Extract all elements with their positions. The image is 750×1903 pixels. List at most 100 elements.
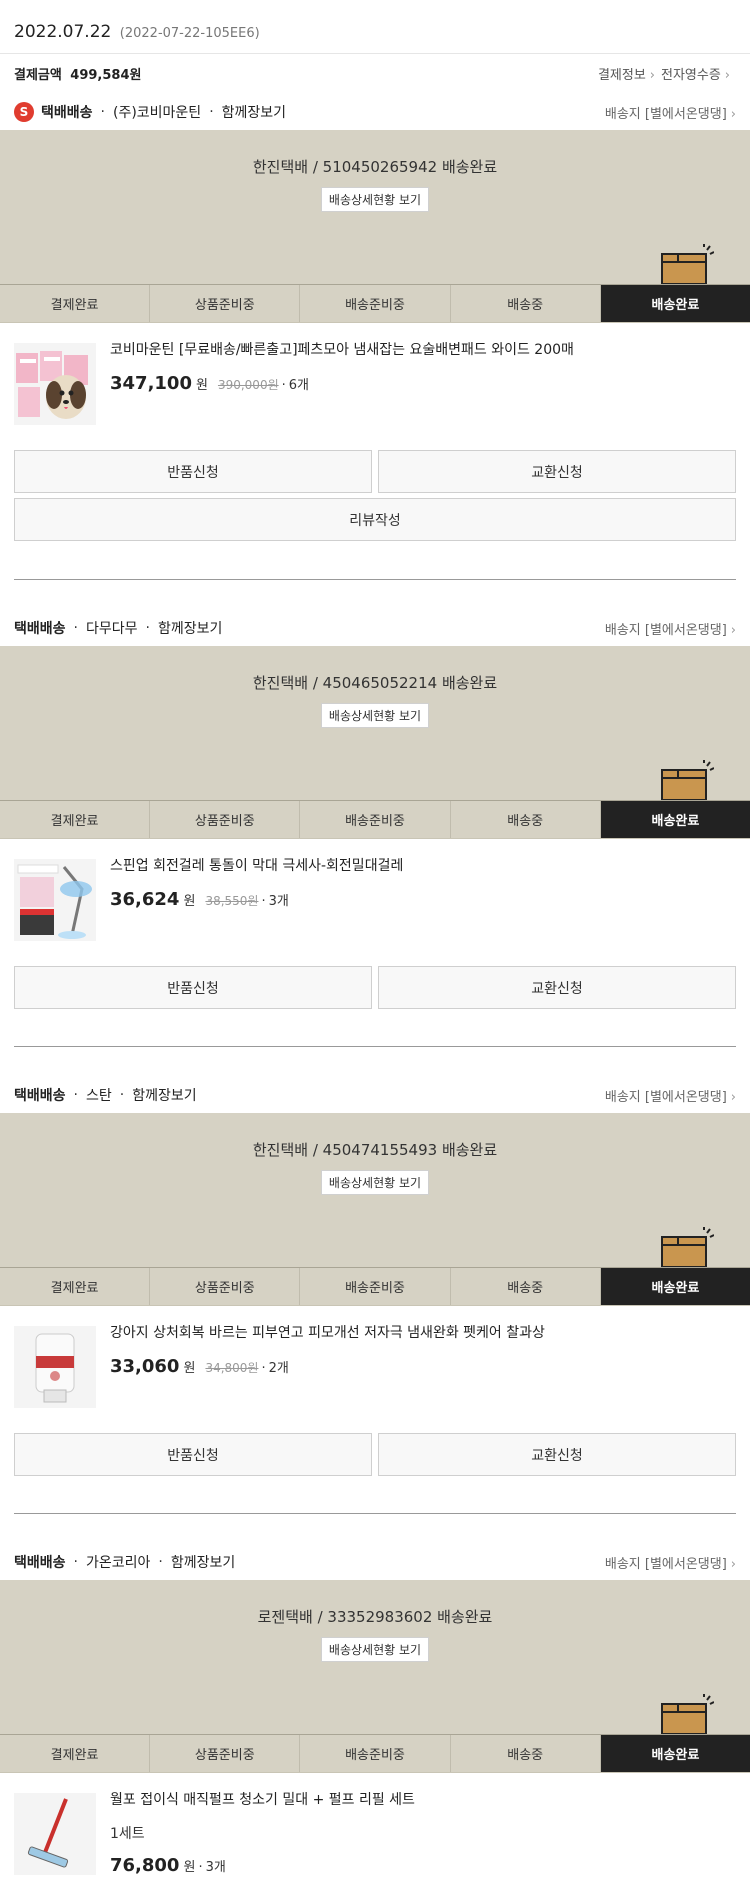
product-quantity: 6개 xyxy=(288,378,309,393)
delivery-detail-button[interactable]: 배송상세현황 보기 xyxy=(320,1637,430,1662)
product-thumbnail[interactable] xyxy=(14,1793,96,1875)
separator-dot: · xyxy=(158,1554,163,1570)
separator-dot: · xyxy=(73,620,78,636)
payment-summary: 결제금액 499,584원 결제정보 › 전자영수증 › xyxy=(0,54,750,94)
shipment-group: 택배배송 · 가온코리아 · 함께장보기 배송지 [별에서온댕댕] › 로젠택배 … xyxy=(0,1544,750,1876)
delivery-steps: 결제완료 상품준비중 배송준비중 배송중 배송완료 xyxy=(0,800,750,839)
separator-dot: · xyxy=(261,1361,266,1376)
step-delivered: 배송완료 xyxy=(600,1735,750,1772)
seller-row: 택배배송 · 스탄 · 함께장보기 배송지 [별에서온댕댕] › xyxy=(0,1077,750,1113)
bundle-link[interactable]: 함께장보기 xyxy=(158,618,222,638)
product-price: 76,800 xyxy=(110,1855,180,1876)
seller-name[interactable]: (주)코비마운틴 xyxy=(113,102,201,122)
shipping-address-link[interactable]: 배송지 [별에서온댕댕] › xyxy=(605,619,736,638)
step-preparing-shipping: 배송준비중 xyxy=(300,1268,451,1305)
shipping-address-link[interactable]: 배송지 [별에서온댕댕] › xyxy=(605,1553,736,1572)
write-review-button[interactable]: 리뷰작성 xyxy=(14,498,736,541)
product-thumbnail[interactable] xyxy=(14,343,96,425)
product-name[interactable]: 코비마운틴 [무료배송/빠른출고]페츠모아 냄새잡는 요술배변패드 와이드 20… xyxy=(110,341,574,359)
product-quantity: 2개 xyxy=(268,1361,289,1376)
product-quantity: 3개 xyxy=(268,894,289,909)
shipping-method: 택배배송 xyxy=(14,1088,66,1104)
chevron-right-icon: › xyxy=(730,106,736,122)
exchange-request-button[interactable]: 교환신청 xyxy=(378,450,736,493)
shipping-address-link[interactable]: 배송지 [별에서온댕댕] › xyxy=(605,103,736,122)
delivery-steps: 결제완료 상품준비중 배송준비중 배송중 배송완료 xyxy=(0,1734,750,1773)
seller-name[interactable]: 가온코리아 xyxy=(86,1552,150,1572)
receipt-link[interactable]: 전자영수증 xyxy=(661,68,721,83)
step-preparing-product: 상품준비중 xyxy=(150,1268,301,1305)
tracking-panel: 로젠택배 / 33352983602 배송완료 배송상세현황 보기 xyxy=(0,1580,750,1734)
return-request-button[interactable]: 반품신청 xyxy=(14,966,372,1009)
product-name[interactable]: 스핀업 회전걸레 통돌이 막대 극세사-회전밀대걸레 xyxy=(110,857,403,875)
product-item[interactable]: 강아지 상처회복 바르는 피부연고 피모개선 저자극 냄새완화 펫케어 찰과상 … xyxy=(0,1306,750,1408)
bundle-link[interactable]: 함께장보기 xyxy=(222,102,286,122)
price-row: 76,800 원 · 3개 xyxy=(110,1855,415,1876)
chevron-right-icon: › xyxy=(730,1556,736,1572)
section-divider xyxy=(14,1513,736,1514)
delivery-steps: 결제완료 상품준비중 배송준비중 배송중 배송완료 xyxy=(0,284,750,323)
step-preparing-shipping: 배송준비중 xyxy=(300,1735,451,1772)
bundle-link[interactable]: 함께장보기 xyxy=(132,1085,196,1105)
shipment-group: 택배배송 · 스탄 · 함께장보기 배송지 [별에서온댕댕] › 한진택배 / 4… xyxy=(0,1077,750,1514)
payment-info-link[interactable]: 결제정보 xyxy=(598,68,646,83)
shipping-address-link[interactable]: 배송지 [별에서온댕댕] › xyxy=(605,1086,736,1105)
shipping-address: 배송지 [별에서온댕댕] xyxy=(604,1556,727,1572)
delivery-detail-button[interactable]: 배송상세현황 보기 xyxy=(320,1170,430,1195)
package-box-icon xyxy=(661,244,714,284)
tracking-status: 로젠택배 / 33352983602 배송완료 xyxy=(257,1608,493,1626)
order-id: (2022-07-22-105EE6) xyxy=(119,26,260,41)
product-item[interactable]: 스핀업 회전걸레 통돌이 막대 극세사-회전밀대걸레 36,624 원 38,5… xyxy=(0,839,750,941)
chevron-right-icon: › xyxy=(730,1089,736,1105)
original-price: 38,550원 xyxy=(205,894,259,908)
seller-row: 택배배송 · 가온코리아 · 함께장보기 배송지 [별에서온댕댕] › xyxy=(0,1544,750,1580)
original-price: 390,000원 xyxy=(217,378,279,392)
action-buttons: 반품신청 교환신청 xyxy=(0,966,750,1009)
return-request-button[interactable]: 반품신청 xyxy=(14,1433,372,1476)
payment-amount: 499,584원 xyxy=(70,68,142,83)
product-name[interactable]: 강아지 상처회복 바르는 피부연고 피모개선 저자극 냄새완화 펫케어 찰과상 xyxy=(110,1324,545,1342)
step-preparing-shipping: 배송준비중 xyxy=(300,801,451,838)
delivery-detail-button[interactable]: 배송상세현황 보기 xyxy=(320,187,430,212)
seller-name[interactable]: 스탄 xyxy=(86,1085,112,1105)
delivery-steps: 결제완료 상품준비중 배송준비중 배송중 배송완료 xyxy=(0,1267,750,1306)
step-delivered: 배송완료 xyxy=(600,801,750,838)
tracking-status: 한진택배 / 510450265942 배송완료 xyxy=(252,158,498,176)
chevron-right-icon: › xyxy=(649,68,655,83)
package-box-icon xyxy=(661,760,714,800)
step-shipping: 배송중 xyxy=(451,1268,601,1305)
action-buttons: 반품신청 교환신청 xyxy=(0,1433,750,1476)
step-paid: 결제완료 xyxy=(0,801,151,838)
product-thumbnail[interactable] xyxy=(14,859,96,941)
step-shipping: 배송중 xyxy=(451,285,601,322)
separator-dot: · xyxy=(73,1087,78,1103)
price-row: 33,060 원 34,800원 · 2개 xyxy=(110,1356,545,1377)
bundle-link[interactable]: 함께장보기 xyxy=(171,1552,235,1572)
original-price: 34,800원 xyxy=(205,1361,259,1375)
review-row: 리뷰작성 xyxy=(0,498,750,541)
separator-dot: · xyxy=(281,378,286,393)
step-delivered: 배송완료 xyxy=(600,285,750,322)
step-delivered: 배송완료 xyxy=(600,1268,750,1305)
seller-name[interactable]: 다무다무 xyxy=(86,618,138,638)
product-price: 33,060 xyxy=(110,1356,180,1377)
delivery-detail-button[interactable]: 배송상세현황 보기 xyxy=(320,703,430,728)
action-buttons: 반품신청 교환신청 xyxy=(0,450,750,493)
separator-dot: · xyxy=(73,1554,78,1570)
product-item[interactable]: 코비마운틴 [무료배송/빠른출고]페츠모아 냄새잡는 요술배변패드 와이드 20… xyxy=(0,323,750,425)
shipping-method: 택배배송 xyxy=(14,1555,66,1571)
shipping-method: 택배배송 xyxy=(41,105,93,121)
order-header: 2022.07.22 (2022-07-22-105EE6) xyxy=(0,0,750,54)
shipping-address: 배송지 [별에서온댕댕] xyxy=(604,1089,727,1105)
seller-row: S 택배배송 · (주)코비마운틴 · 함께장보기 배송지 [별에서온댕댕] › xyxy=(0,94,750,130)
separator-dot: · xyxy=(261,894,266,909)
product-name[interactable]: 월포 접이식 매직펄프 청소기 밀대 + 펄프 리필 세트 xyxy=(110,1791,415,1809)
step-preparing-product: 상품준비중 xyxy=(150,801,301,838)
separator-dot: · xyxy=(145,620,150,636)
return-request-button[interactable]: 반품신청 xyxy=(14,450,372,493)
product-thumbnail[interactable] xyxy=(14,1326,96,1408)
step-shipping: 배송중 xyxy=(451,801,601,838)
exchange-request-button[interactable]: 교환신청 xyxy=(378,966,736,1009)
product-item[interactable]: 월포 접이식 매직펄프 청소기 밀대 + 펄프 리필 세트 1세트 76,800… xyxy=(0,1773,750,1876)
exchange-request-button[interactable]: 교환신청 xyxy=(378,1433,736,1476)
